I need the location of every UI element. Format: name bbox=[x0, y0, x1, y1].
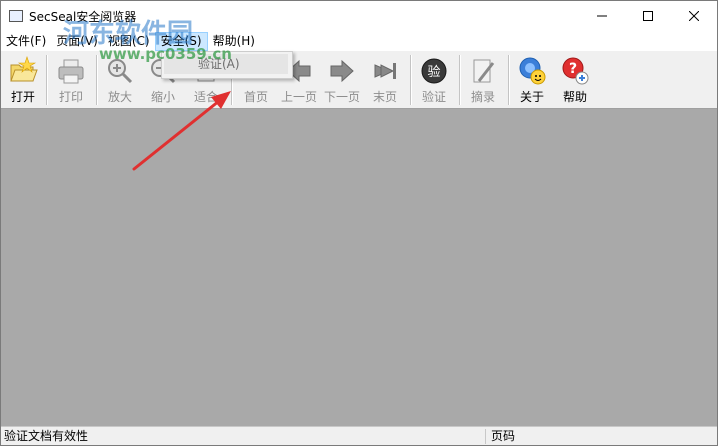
last-page-button[interactable]: 末页 bbox=[363, 53, 407, 105]
printer-icon bbox=[58, 59, 84, 84]
about-button[interactable]: 关于 bbox=[510, 53, 554, 105]
verify-seal-icon: 验 bbox=[421, 58, 447, 84]
maximize-button[interactable] bbox=[625, 1, 671, 31]
svg-text:?: ? bbox=[569, 61, 577, 77]
app-window: SecSeal安全阅览器 文件(F) 页面(V) 视图(C) 安全(S) 帮助(… bbox=[0, 0, 718, 446]
extract-button[interactable]: 摘录 bbox=[461, 53, 505, 105]
app-icon bbox=[9, 10, 23, 22]
watermark-url: www.pc0359.cn bbox=[99, 45, 232, 63]
minimize-button[interactable] bbox=[579, 1, 625, 31]
next-page-button[interactable]: 下一页 bbox=[320, 53, 364, 105]
svg-text:验: 验 bbox=[427, 64, 440, 80]
open-button[interactable]: 打开 bbox=[1, 53, 45, 105]
status-divider bbox=[485, 429, 486, 444]
toolbar-separator bbox=[46, 55, 48, 105]
next-page-label: 下一页 bbox=[323, 90, 360, 104]
zoom-out-label: 缩小 bbox=[150, 90, 175, 104]
help-question-icon: ? bbox=[562, 57, 589, 85]
arrow-right-icon bbox=[330, 59, 354, 83]
print-label: 打印 bbox=[58, 90, 83, 104]
zoom-in-label: 放大 bbox=[107, 90, 132, 104]
prev-page-label: 上一页 bbox=[280, 90, 317, 104]
about-label: 关于 bbox=[519, 90, 544, 104]
help-label: 帮助 bbox=[562, 90, 587, 104]
help-button[interactable]: ? 帮助 bbox=[553, 53, 597, 105]
open-label: 打开 bbox=[10, 90, 35, 104]
print-button[interactable]: 打印 bbox=[49, 53, 93, 105]
document-view-area[interactable] bbox=[1, 109, 717, 426]
maximize-icon bbox=[643, 11, 653, 21]
status-message: 验证文档有效性 bbox=[4, 429, 89, 443]
minimize-icon bbox=[597, 15, 607, 17]
close-button[interactable] bbox=[671, 1, 717, 31]
verify-label: 验证 bbox=[421, 90, 446, 104]
status-page-number: 页码 bbox=[491, 429, 516, 443]
last-page-icon bbox=[374, 63, 396, 79]
open-folder-icon bbox=[10, 56, 38, 82]
verify-button[interactable]: 验 验证 bbox=[412, 53, 456, 105]
last-page-label: 末页 bbox=[372, 90, 397, 104]
menu-file[interactable]: 文件(F) bbox=[1, 32, 51, 51]
first-page-label: 首页 bbox=[243, 90, 268, 104]
window-controls bbox=[579, 1, 717, 31]
about-info-icon bbox=[519, 57, 546, 85]
status-bar: 验证文档有效性 页码 bbox=[1, 426, 717, 445]
close-icon bbox=[689, 11, 699, 21]
fit-label: 适合 bbox=[193, 90, 218, 104]
extract-label: 摘录 bbox=[470, 90, 495, 104]
pencil-note-icon bbox=[473, 59, 495, 83]
